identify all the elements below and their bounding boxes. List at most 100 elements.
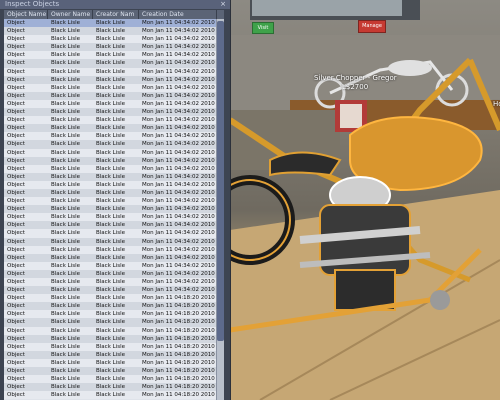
table-row[interactable]: Object Black Lisle Black Lisle Mon Jan 11 0… [4, 261, 224, 270]
cell-creation-date: Mon Jan 11 04:34:02 2010 [142, 36, 215, 43]
scene-red-button[interactable]: Manage [358, 20, 386, 33]
table-row[interactable]: Object Black Lisle Black Lisle Mon Jan 11 0… [4, 310, 224, 319]
table-row[interactable]: Object Black Lisle Black Lisle Mon Jan 11 0… [4, 59, 224, 68]
cell-creation-date: Mon Jan 11 04:34:02 2010 [142, 117, 215, 124]
column-creator-name[interactable]: Creator Nam [93, 10, 139, 19]
table-row[interactable]: Object Black Lisle Black Lisle Mon Jan 11 0… [4, 108, 224, 117]
cell-creator-name: Black Lisle [96, 52, 125, 59]
table-row[interactable]: Object Black Lisle Black Lisle Mon Jan 11 0… [4, 326, 224, 335]
cell-object-name: Object [7, 368, 25, 375]
cell-creator-name: Black Lisle [96, 351, 125, 358]
cell-creation-date: Mon Jan 11 04:34:02 2010 [142, 222, 215, 229]
table-row[interactable]: Object Black Lisle Black Lisle Mon Jan 11 0… [4, 83, 224, 92]
table-row[interactable]: Object Black Lisle Black Lisle Mon Jan 11 0… [4, 172, 224, 181]
column-creation-date[interactable]: Creation Date [139, 10, 217, 19]
table-row[interactable]: Object Black Lisle Black Lisle Mon Jan 11 0… [4, 334, 224, 343]
cell-object-name: Object [7, 76, 25, 83]
table-row[interactable]: Object Black Lisle Black Lisle Mon Jan 11 0… [4, 383, 224, 392]
table-row[interactable]: Object Black Lisle Black Lisle Mon Jan 11 0… [4, 213, 224, 222]
cell-creator-name: Black Lisle [96, 311, 125, 318]
table-row[interactable]: Object Black Lisle Black Lisle Mon Jan 11 0… [4, 245, 224, 254]
cell-object-name: Object [7, 311, 25, 318]
cell-creation-date: Mon Jan 11 04:34:02 2010 [142, 279, 215, 285]
table-row[interactable]: Object Black Lisle Black Lisle Mon Jan 11 0… [4, 140, 224, 149]
window-titlebar[interactable]: Inspect Objects × [0, 0, 230, 9]
table-row[interactable]: Object Black Lisle Black Lisle Mon Jan 11 0… [4, 197, 224, 206]
column-owner-name[interactable]: Owner Name [48, 10, 93, 19]
cell-creator-name: Black Lisle [96, 92, 125, 99]
table-row[interactable]: Object Black Lisle Black Lisle Mon Jan 11 0… [4, 278, 224, 287]
cell-object-name: Object [7, 392, 25, 399]
cell-object-name: Object [7, 359, 25, 366]
table-row[interactable]: Object Black Lisle Black Lisle Mon Jan 11 0… [4, 75, 224, 84]
scene-green-button[interactable]: Visit [252, 22, 274, 34]
table-row[interactable]: Object Black Lisle Black Lisle Mon Jan 11 0… [4, 43, 224, 52]
cell-owner-name: Black Lisle [51, 28, 80, 35]
table-row[interactable]: Object Black Lisle Black Lisle Mon Jan 11 0… [4, 221, 224, 230]
cell-creator-name: Black Lisle [96, 117, 125, 124]
cell-creator-name: Black Lisle [96, 36, 125, 43]
table-row[interactable]: Object Black Lisle Black Lisle Mon Jan 11 0… [4, 164, 224, 173]
cell-owner-name: Black Lisle [51, 279, 80, 285]
column-object-name[interactable]: Object Name [4, 10, 48, 19]
table-row[interactable]: Object Black Lisle Black Lisle Mon Jan 11 0… [4, 148, 224, 157]
table-row[interactable]: Object Black Lisle Black Lisle Mon Jan 11 0… [4, 116, 224, 125]
cell-object-name: Object [7, 262, 25, 269]
table-row[interactable]: Object Black Lisle Black Lisle Mon Jan 11 0… [4, 67, 224, 76]
table-row[interactable]: Object Black Lisle Black Lisle Mon Jan 11 0… [4, 205, 224, 214]
table-row[interactable]: Object Black Lisle Black Lisle Mon Jan 11 0… [4, 156, 224, 165]
cell-creator-name: Black Lisle [96, 157, 125, 164]
table-row[interactable]: Object Black Lisle Black Lisle Mon Jan 11 0… [4, 237, 224, 246]
table-row[interactable]: Object Black Lisle Black Lisle Mon Jan 11 0… [4, 27, 224, 36]
cell-creation-date: Mon Jan 11 04:34:02 2010 [142, 238, 215, 245]
table-row[interactable]: Object Black Lisle Black Lisle Mon Jan 11 0… [4, 375, 224, 384]
table-row[interactable]: Object Black Lisle Black Lisle Mon Jan 11 0… [4, 180, 224, 189]
cell-creation-date: Mon Jan 11 04:34:02 2010 [142, 214, 215, 221]
cell-object-name: Object [7, 109, 25, 116]
table-scrollbar[interactable] [216, 19, 224, 400]
scrollbar-thumb[interactable] [217, 21, 224, 341]
table-row[interactable]: Object Black Lisle Black Lisle Mon Jan 11 0… [4, 391, 224, 400]
close-icon[interactable]: × [219, 0, 227, 8]
table-row[interactable]: Object Black Lisle Black Lisle Mon Jan 11 0… [4, 19, 224, 28]
cell-object-name: Object [7, 327, 25, 334]
table-row[interactable]: Object Black Lisle Black Lisle Mon Jan 11 0… [4, 286, 224, 295]
table-row[interactable]: Object Black Lisle Black Lisle Mon Jan 11 0… [4, 132, 224, 141]
table-row[interactable]: Object Black Lisle Black Lisle Mon Jan 11 0… [4, 342, 224, 351]
table-row[interactable]: Object Black Lisle Black Lisle Mon Jan 11 0… [4, 358, 224, 368]
table-row[interactable]: Object Black Lisle Black Lisle Mon Jan 11 0… [4, 188, 224, 198]
cell-object-name: Object [7, 181, 25, 188]
cell-creator-name: Black Lisle [96, 149, 125, 156]
cell-owner-name: Black Lisle [51, 214, 80, 221]
cell-owner-name: Black Lisle [51, 125, 80, 132]
table-row[interactable]: Object Black Lisle Black Lisle Mon Jan 11 0… [4, 318, 224, 327]
table-row[interactable]: Object Black Lisle Black Lisle Mon Jan 11 0… [4, 269, 224, 278]
table-row[interactable]: Object Black Lisle Black Lisle Mon Jan 11 0… [4, 350, 224, 359]
cell-owner-name: Black Lisle [51, 44, 80, 51]
cell-creation-date: Mon Jan 11 04:18:20 2010 [142, 335, 215, 342]
cell-creator-name: Black Lisle [96, 327, 125, 334]
cell-owner-name: Black Lisle [51, 157, 80, 164]
table-row[interactable]: Object Black Lisle Black Lisle Mon Jan 11 0… [4, 91, 224, 100]
cell-owner-name: Black Lisle [51, 303, 80, 310]
table-row[interactable]: Object Black Lisle Black Lisle Mon Jan 11 0… [4, 99, 224, 109]
cell-owner-name: Black Lisle [51, 319, 80, 326]
cell-object-name: Object [7, 214, 25, 221]
table-row[interactable]: Object Black Lisle Black Lisle Mon Jan 11 0… [4, 124, 224, 133]
cell-creation-date: Mon Jan 11 04:34:02 2010 [142, 181, 215, 188]
table-row[interactable]: Object Black Lisle Black Lisle Mon Jan 11 0… [4, 294, 224, 303]
table-row[interactable]: Object Black Lisle Black Lisle Mon Jan 11 0… [4, 367, 224, 376]
table-row[interactable]: Object Black Lisle Black Lisle Mon Jan 11 0… [4, 51, 224, 60]
table-row[interactable]: Object Black Lisle Black Lisle Mon Jan 11 0… [4, 253, 224, 262]
table-row[interactable]: Object Black Lisle Black Lisle Mon Jan 11 0… [4, 302, 224, 311]
cell-creator-name: Black Lisle [96, 303, 125, 310]
cell-owner-name: Black Lisle [51, 133, 80, 140]
table-row[interactable]: Object Black Lisle Black Lisle Mon Jan 11 0… [4, 35, 224, 44]
cell-owner-name: Black Lisle [51, 327, 80, 334]
cell-object-name: Object [7, 68, 25, 75]
table-row[interactable]: Object Black Lisle Black Lisle Mon Jan 11 0… [4, 229, 224, 238]
cell-creation-date: Mon Jan 11 04:34:02 2010 [142, 270, 215, 277]
table-header: Object Name Owner Name Creator Nam Creat… [4, 10, 224, 19]
cell-creator-name: Black Lisle [96, 189, 125, 196]
cell-creation-date: Mon Jan 11 04:34:02 2010 [142, 84, 215, 91]
